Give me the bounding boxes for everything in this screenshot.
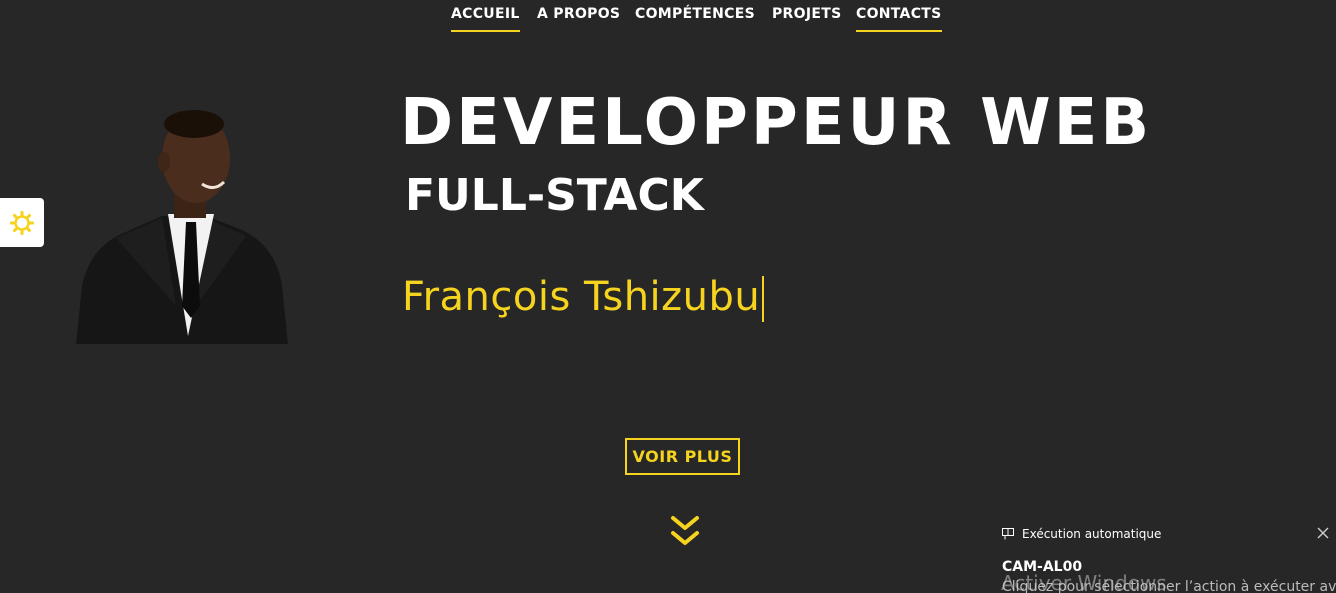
nav-item-competences[interactable]: COMPÉTENCES [635,6,755,30]
typing-caret [762,276,765,322]
activate-windows-watermark: Activer Windows [1001,571,1167,593]
hero-subtitle: FULL-STACK [405,170,704,221]
hero-title: DEVELOPPEUR WEB [400,86,1153,160]
close-icon[interactable] [1316,526,1330,540]
nav-item-accueil[interactable]: ACCUEIL [451,6,520,32]
sun-icon [10,210,34,235]
profile-photo [76,110,288,344]
nav-item-a-propos[interactable]: A PROPOS [537,6,620,30]
main-nav: ACCUEIL A PROPOS COMPÉTENCES PROJETS CON… [0,0,1336,40]
autoplay-icon [1002,528,1014,540]
notification-header: Exécution automatique [1002,527,1161,541]
hero-name-text: François Tshizubu [402,274,761,320]
voir-plus-button[interactable]: VOIR PLUS [625,438,740,475]
notification-app-name: Exécution automatique [1022,527,1162,541]
page: ACCUEIL A PROPOS COMPÉTENCES PROJETS CON… [0,0,1336,593]
hero-name-typed: François Tshizubu [402,274,765,322]
nav-item-contacts[interactable]: CONTACTS [856,6,942,32]
theme-toggle-button[interactable] [0,198,44,247]
double-chevron-down-icon[interactable] [670,515,700,549]
nav-item-projets[interactable]: PROJETS [772,6,841,30]
